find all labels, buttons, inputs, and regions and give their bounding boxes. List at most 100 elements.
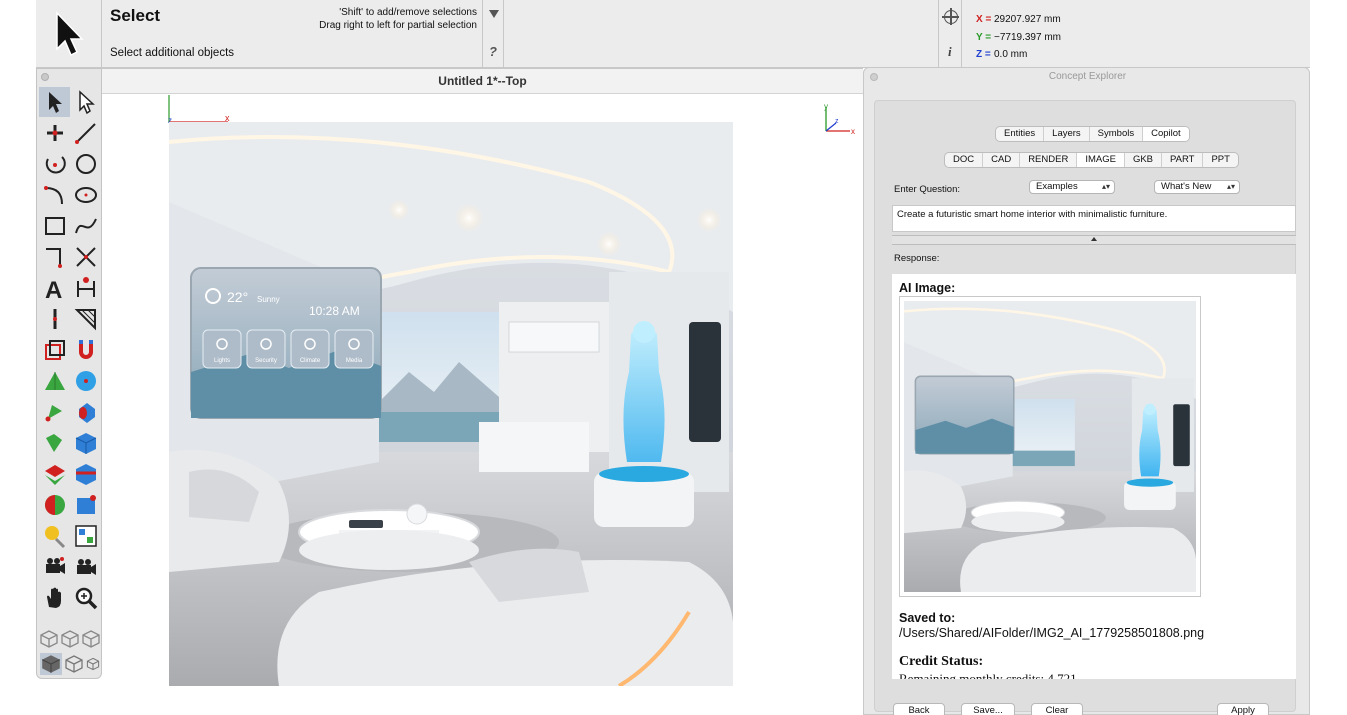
question-label: Enter Question: xyxy=(894,184,961,195)
slice-icon xyxy=(75,464,96,485)
top-tab-bar: Entities Layers Symbols Copilot xyxy=(995,126,1190,142)
select-arrow-icon xyxy=(48,92,62,113)
fillet-icon xyxy=(43,186,63,205)
back-button[interactable]: Back xyxy=(893,703,945,715)
save-button[interactable]: Save... xyxy=(961,703,1015,715)
extrude-tool[interactable] xyxy=(39,366,70,396)
rectangle-icon xyxy=(44,217,65,235)
dimension-tool[interactable] xyxy=(70,273,101,303)
line-tool[interactable] xyxy=(70,118,101,148)
expand-hint-icon[interactable] xyxy=(489,10,499,18)
tab-copilot[interactable]: Copilot xyxy=(1143,127,1189,141)
attract-tool[interactable] xyxy=(70,335,101,365)
select-tool[interactable] xyxy=(39,87,70,117)
wireframe-view-icon[interactable] xyxy=(39,629,59,649)
sphere-icon xyxy=(75,371,96,391)
palette-close-dot[interactable] xyxy=(41,73,49,81)
apply-button[interactable]: Apply xyxy=(1217,703,1269,715)
examples-dropdown[interactable]: Examples ▴▾ xyxy=(1029,180,1115,194)
hollow-arrow-icon xyxy=(78,90,95,115)
shaded-outline-view-icon[interactable] xyxy=(81,629,101,649)
info-icon[interactable]: i xyxy=(948,44,952,60)
sphere-tool[interactable] xyxy=(70,366,101,396)
tab-part[interactable]: PART xyxy=(1162,153,1204,167)
crosshair-icon[interactable] xyxy=(942,8,959,25)
panel-splitter[interactable] xyxy=(892,235,1296,245)
coordinate-readout: X = 29207.927 mm Y = −7719.397 mm Z = 0.0 m… xyxy=(976,11,1061,64)
whats-new-dropdown[interactable]: What's New ▴▾ xyxy=(1154,180,1240,194)
select-arrow-icon xyxy=(55,11,84,57)
svg-text:A: A xyxy=(45,277,62,301)
point-tool[interactable] xyxy=(39,118,70,148)
revolve-tool[interactable] xyxy=(39,490,70,520)
tool-hint-bar: Select Select additional objects 'Shift'… xyxy=(36,0,1310,68)
small-cube-view-icon[interactable] xyxy=(86,657,100,671)
view-orientation-icon[interactable]: y x z xyxy=(820,103,860,137)
layout-tool[interactable] xyxy=(70,521,101,551)
shell-tool[interactable] xyxy=(70,490,101,520)
fillet-tool[interactable] xyxy=(39,180,70,210)
sweep-tool[interactable] xyxy=(39,397,70,427)
zoom-tool[interactable] xyxy=(70,583,101,613)
tab-layers[interactable]: Layers xyxy=(1044,127,1090,141)
vertical-line-tool[interactable] xyxy=(39,304,70,334)
circle-tool[interactable] xyxy=(70,149,101,179)
slice-tool[interactable] xyxy=(70,459,101,489)
collapse-up-icon[interactable] xyxy=(1091,237,1097,241)
boolean-tool[interactable] xyxy=(39,459,70,489)
help-button[interactable]: ? xyxy=(489,44,497,59)
arc-tool[interactable] xyxy=(39,149,70,179)
spline-tool[interactable] xyxy=(70,211,101,241)
panel-content: Entities Layers Symbols Copilot DOC CAD RENDE… xyxy=(874,100,1296,715)
loft-tool[interactable] xyxy=(39,428,70,458)
tab-gkb[interactable]: GKB xyxy=(1125,153,1162,167)
screen-tile-label: Security xyxy=(255,358,277,364)
point-icon xyxy=(46,125,63,141)
thumbnail-room-illustration xyxy=(904,301,1196,592)
pan-tool[interactable] xyxy=(39,583,70,613)
hatch-icon xyxy=(74,309,96,331)
response-area[interactable]: AI Image: Saved to: /Users/Shared/AIFold… xyxy=(892,274,1296,679)
tab-symbols[interactable]: Symbols xyxy=(1090,127,1144,141)
zoom-icon xyxy=(75,587,97,610)
shaded-view-icon[interactable] xyxy=(40,653,62,675)
arc-icon xyxy=(45,156,66,174)
ai-image-thumbnail[interactable] xyxy=(899,296,1201,597)
tab-cad[interactable]: CAD xyxy=(983,153,1021,167)
shell-icon xyxy=(76,495,96,514)
view-cube-row-1 xyxy=(39,627,101,651)
corner-tool[interactable] xyxy=(39,242,70,272)
walkthrough-tool[interactable] xyxy=(70,552,101,582)
reshape-tool[interactable] xyxy=(70,87,101,117)
screen-tile-label: Climate xyxy=(300,358,321,364)
drawing-window: Untitled 1*--Top x z y x z 22° Sunny 10:… xyxy=(102,68,863,715)
tab-render[interactable]: RENDER xyxy=(1020,153,1078,167)
hidden-line-view-icon[interactable] xyxy=(60,629,80,649)
outline-view-icon[interactable] xyxy=(64,654,84,674)
hatch-tool[interactable] xyxy=(70,304,101,334)
tab-entities[interactable]: Entities xyxy=(996,127,1045,141)
light-tool[interactable] xyxy=(39,521,70,551)
ellipse-tool[interactable] xyxy=(70,180,101,210)
tab-doc[interactable]: DOC xyxy=(945,153,984,167)
trim-tool[interactable] xyxy=(70,242,101,272)
ai-room-image[interactable]: 22° Sunny 10:28 AM Lights Security Climate… xyxy=(169,122,733,686)
rectangle-tool[interactable] xyxy=(39,211,70,241)
light-icon xyxy=(44,526,65,549)
tab-ppt[interactable]: PPT xyxy=(1203,153,1237,167)
clear-button[interactable]: Clear xyxy=(1031,703,1083,715)
circle-icon xyxy=(75,154,96,174)
question-input[interactable]: Create a futuristic smart home interior … xyxy=(892,205,1296,232)
boolean-icon xyxy=(44,465,65,485)
offset-tool[interactable] xyxy=(39,335,70,365)
box-tool[interactable] xyxy=(70,428,101,458)
corner-icon xyxy=(45,248,62,268)
cylinder-tool[interactable] xyxy=(70,397,101,427)
hand-icon xyxy=(46,587,61,608)
saved-file-path[interactable]: /Users/Shared/AIFolder/IMG2_AI_177925850… xyxy=(899,626,1204,640)
room-weather: Sunny xyxy=(257,295,280,304)
tab-image[interactable]: IMAGE xyxy=(1077,153,1125,167)
camera-tool[interactable] xyxy=(39,552,70,582)
text-tool[interactable]: A xyxy=(39,273,70,303)
tool-grid: A xyxy=(39,87,101,613)
